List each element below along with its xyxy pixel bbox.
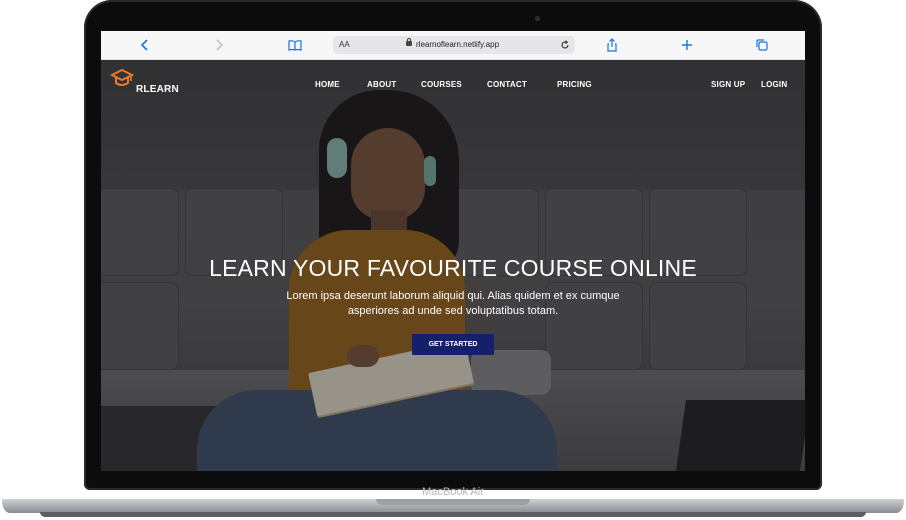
url-text[interactable]: rlearnoflearn.netlify.app: [416, 36, 499, 54]
new-tab-icon[interactable]: [679, 37, 695, 53]
address-bar[interactable]: AA rlearnoflearn.netlify.app: [333, 36, 575, 54]
nav-about[interactable]: ABOUT: [367, 80, 396, 89]
graduation-cap-icon: [110, 68, 134, 86]
reload-icon[interactable]: [560, 36, 570, 56]
forward-icon[interactable]: [211, 37, 227, 53]
hero-section: RLEARN HOME ABOUT COURSES CONTACT PRICIN…: [101, 60, 805, 471]
nav-login[interactable]: LOGIN: [761, 80, 787, 89]
nav-pricing[interactable]: PRICING: [557, 80, 592, 89]
back-icon[interactable]: [137, 37, 153, 53]
laptop-screen: AA rlearnoflearn.netlify.app RLEARN HOME…: [101, 31, 805, 471]
hero-title: LEARN YOUR FAVOURITE COURSE ONLINE: [209, 255, 697, 281]
brand-name: RLEARN: [136, 84, 179, 95]
tabs-icon[interactable]: [754, 37, 770, 53]
get-started-button[interactable]: GET STARTED: [412, 334, 494, 355]
nav-home[interactable]: HOME: [315, 80, 340, 89]
hero-subtitle: Lorem ipsa deserunt laborum aliquid qui.…: [286, 290, 620, 317]
laptop-base: [0, 499, 906, 520]
browser-toolbar: AA rlearnoflearn.netlify.app: [101, 31, 805, 60]
share-icon[interactable]: [604, 37, 620, 53]
camera: [535, 16, 540, 21]
book-icon[interactable]: [287, 37, 303, 53]
nav-courses[interactable]: COURSES: [421, 80, 462, 89]
lock-icon: [406, 38, 412, 46]
site-logo[interactable]: RLEARN: [110, 68, 190, 98]
reader-aa-button[interactable]: AA: [339, 36, 350, 54]
nav-sign-up[interactable]: SIGN UP: [711, 80, 745, 89]
nav-contact[interactable]: CONTACT: [487, 80, 527, 89]
